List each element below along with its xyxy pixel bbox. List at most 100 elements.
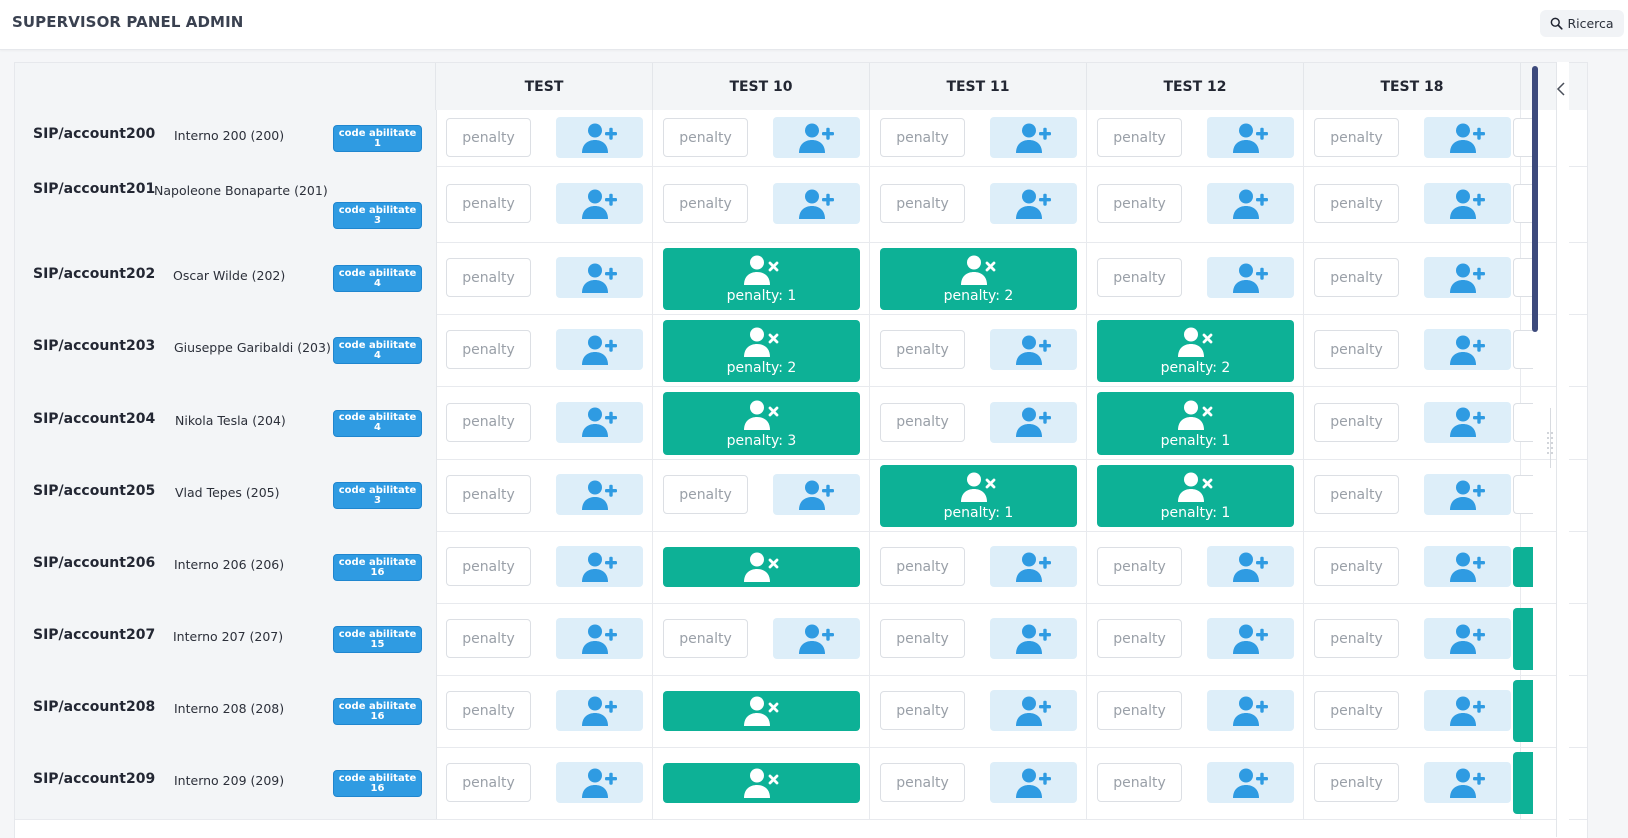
- penalty-input[interactable]: penalty: [1097, 118, 1182, 157]
- add-agent-button[interactable]: [556, 117, 643, 158]
- assigned-agent-button[interactable]: penalty: 3: [663, 392, 860, 455]
- assigned-agent-button-partial[interactable]: [1513, 547, 1533, 587]
- assigned-agent-button[interactable]: penalty: 1: [880, 465, 1077, 527]
- add-agent-button[interactable]: [990, 546, 1077, 587]
- add-agent-button[interactable]: [990, 762, 1077, 803]
- assigned-agent-button-partial[interactable]: [1513, 752, 1533, 814]
- add-agent-button[interactable]: [1424, 183, 1511, 224]
- add-agent-button[interactable]: [773, 474, 860, 515]
- penalty-input[interactable]: penalty: [880, 402, 965, 442]
- penalty-input[interactable]: penalty: [663, 475, 748, 514]
- penalty-input-partial[interactable]: [1513, 184, 1533, 223]
- add-agent-button[interactable]: [1424, 257, 1511, 298]
- code-abilitate-badge[interactable]: code abilitate 16: [333, 698, 422, 725]
- add-agent-button[interactable]: [556, 329, 643, 370]
- penalty-input[interactable]: penalty: [880, 547, 965, 586]
- penalty-input[interactable]: penalty: [446, 547, 531, 586]
- add-agent-button[interactable]: [556, 401, 643, 443]
- penalty-input[interactable]: penalty: [880, 763, 965, 802]
- penalty-input[interactable]: penalty: [880, 619, 965, 658]
- penalty-input-partial[interactable]: [1513, 330, 1533, 369]
- add-agent-button[interactable]: [1207, 690, 1294, 731]
- add-agent-button[interactable]: [1424, 618, 1511, 659]
- vertical-scrollbar-thumb[interactable]: [1532, 66, 1538, 332]
- add-agent-button[interactable]: [556, 690, 643, 731]
- penalty-input[interactable]: penalty: [880, 118, 965, 157]
- assigned-agent-button[interactable]: [663, 547, 860, 587]
- code-abilitate-badge[interactable]: code abilitate 3: [333, 482, 422, 509]
- code-abilitate-badge[interactable]: code abilitate 4: [333, 409, 422, 437]
- add-agent-button[interactable]: [556, 474, 643, 515]
- assigned-agent-button[interactable]: penalty: 2: [880, 248, 1077, 310]
- resize-grip-icon[interactable]: [1546, 430, 1554, 458]
- add-agent-button[interactable]: [1424, 546, 1511, 587]
- code-abilitate-badge[interactable]: code abilitate 1: [333, 125, 422, 152]
- add-agent-button[interactable]: [1424, 117, 1511, 158]
- penalty-input[interactable]: penalty: [1097, 258, 1182, 297]
- add-agent-button[interactable]: [990, 618, 1077, 659]
- add-agent-button[interactable]: [1424, 401, 1511, 443]
- add-agent-button[interactable]: [1424, 329, 1511, 370]
- assigned-agent-button-partial[interactable]: [1513, 680, 1533, 742]
- add-agent-button[interactable]: [990, 329, 1077, 370]
- penalty-input-partial[interactable]: [1513, 258, 1533, 297]
- add-agent-button[interactable]: [1207, 546, 1294, 587]
- penalty-input[interactable]: penalty: [1314, 402, 1399, 442]
- add-agent-button[interactable]: [556, 618, 643, 659]
- penalty-input-partial[interactable]: [1513, 402, 1533, 442]
- assigned-agent-button[interactable]: [663, 691, 860, 731]
- add-agent-button[interactable]: [990, 690, 1077, 731]
- penalty-input[interactable]: penalty: [1097, 184, 1182, 223]
- penalty-input[interactable]: penalty: [1314, 330, 1399, 369]
- penalty-input[interactable]: penalty: [1314, 258, 1399, 297]
- penalty-input[interactable]: penalty: [1314, 619, 1399, 658]
- assigned-agent-button[interactable]: penalty: 1: [1097, 392, 1294, 455]
- add-agent-button[interactable]: [1424, 474, 1511, 515]
- search-button[interactable]: Ricerca: [1540, 10, 1624, 37]
- penalty-input[interactable]: penalty: [1314, 118, 1399, 157]
- add-agent-button[interactable]: [1207, 762, 1294, 803]
- penalty-input[interactable]: penalty: [446, 118, 531, 157]
- code-abilitate-badge[interactable]: code abilitate 4: [333, 337, 422, 364]
- penalty-input[interactable]: penalty: [446, 402, 531, 442]
- penalty-input[interactable]: penalty: [1097, 619, 1182, 658]
- penalty-input[interactable]: penalty: [446, 258, 531, 297]
- penalty-input[interactable]: penalty: [1314, 547, 1399, 586]
- code-abilitate-badge[interactable]: code abilitate 16: [333, 554, 422, 581]
- penalty-input[interactable]: penalty: [446, 691, 531, 730]
- add-agent-button[interactable]: [1207, 257, 1294, 298]
- chevron-left-icon[interactable]: [1555, 80, 1567, 98]
- code-abilitate-badge[interactable]: code abilitate 16: [333, 770, 422, 797]
- add-agent-button[interactable]: [990, 183, 1077, 224]
- code-abilitate-badge[interactable]: code abilitate 3: [333, 202, 422, 229]
- penalty-input[interactable]: penalty: [446, 619, 531, 658]
- add-agent-button[interactable]: [773, 618, 860, 659]
- add-agent-button[interactable]: [556, 183, 643, 224]
- add-agent-button[interactable]: [1424, 690, 1511, 731]
- penalty-input[interactable]: penalty: [1314, 184, 1399, 223]
- penalty-input[interactable]: penalty: [663, 118, 748, 157]
- penalty-input[interactable]: penalty: [1097, 691, 1182, 730]
- add-agent-button[interactable]: [773, 183, 860, 224]
- penalty-input[interactable]: penalty: [446, 763, 531, 802]
- assigned-agent-button[interactable]: penalty: 2: [663, 320, 860, 382]
- penalty-input[interactable]: penalty: [663, 619, 748, 658]
- add-agent-button[interactable]: [556, 762, 643, 803]
- penalty-input[interactable]: penalty: [1097, 547, 1182, 586]
- assigned-agent-button[interactable]: penalty: 1: [663, 248, 860, 310]
- penalty-input[interactable]: penalty: [663, 184, 748, 223]
- assigned-agent-button[interactable]: [663, 763, 860, 803]
- add-agent-button[interactable]: [1207, 618, 1294, 659]
- assigned-agent-button[interactable]: penalty: 2: [1097, 320, 1294, 382]
- penalty-input[interactable]: penalty: [1314, 763, 1399, 802]
- penalty-input[interactable]: penalty: [446, 330, 531, 369]
- code-abilitate-badge[interactable]: code abilitate 15: [333, 626, 422, 653]
- penalty-input[interactable]: penalty: [1097, 763, 1182, 802]
- penalty-input[interactable]: penalty: [446, 184, 531, 223]
- code-abilitate-badge[interactable]: code abilitate 4: [333, 265, 422, 292]
- penalty-input[interactable]: penalty: [880, 330, 965, 369]
- add-agent-button[interactable]: [1207, 117, 1294, 158]
- penalty-input[interactable]: penalty: [880, 184, 965, 223]
- penalty-input[interactable]: penalty: [446, 475, 531, 514]
- add-agent-button[interactable]: [1207, 183, 1294, 224]
